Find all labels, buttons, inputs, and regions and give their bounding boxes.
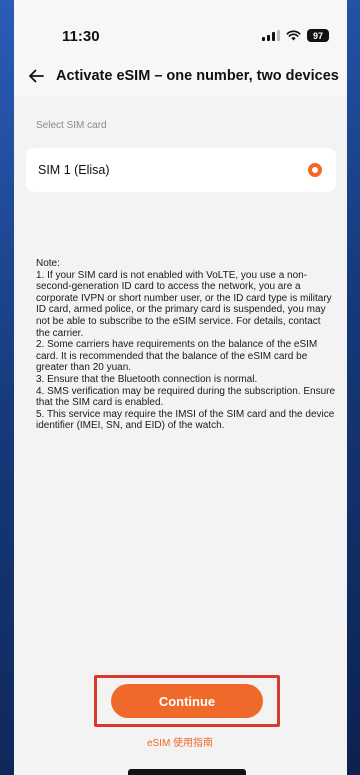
note-text: Note: 1. If your SIM card is not enabled… — [36, 258, 336, 432]
signal-icon — [262, 30, 280, 41]
page-header: Activate eSIM – one number, two devices — [14, 56, 347, 96]
continue-button[interactable]: Continue — [111, 684, 263, 718]
note-item-5: 5. This service may require the IMSI of … — [36, 408, 335, 432]
wifi-icon — [286, 30, 301, 41]
back-button[interactable] — [16, 56, 56, 96]
battery-icon: 97 — [307, 29, 329, 42]
select-sim-label: Select SIM card — [36, 120, 107, 131]
note-item-3: 3. Ensure that the Bluetooth connection … — [36, 373, 258, 385]
note-item-2: 2. Some carriers have requirements on th… — [36, 339, 318, 374]
esim-guide-link[interactable]: eSIM 使用指南 — [0, 734, 360, 749]
continue-highlight-frame: Continue — [94, 675, 280, 727]
note-item-1: 1. If your SIM card is not enabled with … — [36, 269, 332, 339]
status-icons: 97 — [262, 29, 329, 42]
phone-screen: 11:30 97 Activate eSIM – one number, two… — [14, 0, 347, 775]
radio-selected-icon[interactable] — [308, 163, 322, 177]
sim-option-sim1[interactable]: SIM 1 (Elisa) — [26, 148, 336, 192]
home-indicator-bar — [128, 769, 232, 775]
sim-option-label: SIM 1 (Elisa) — [38, 163, 110, 177]
status-bar: 11:30 97 — [14, 0, 347, 56]
page-title: Activate eSIM – one number, two devices — [56, 68, 339, 84]
back-arrow-icon — [29, 69, 44, 83]
status-time: 11:30 — [62, 28, 100, 45]
note-item-4: 4. SMS verification may be required duri… — [36, 385, 336, 409]
note-heading: Note: — [36, 258, 60, 269]
